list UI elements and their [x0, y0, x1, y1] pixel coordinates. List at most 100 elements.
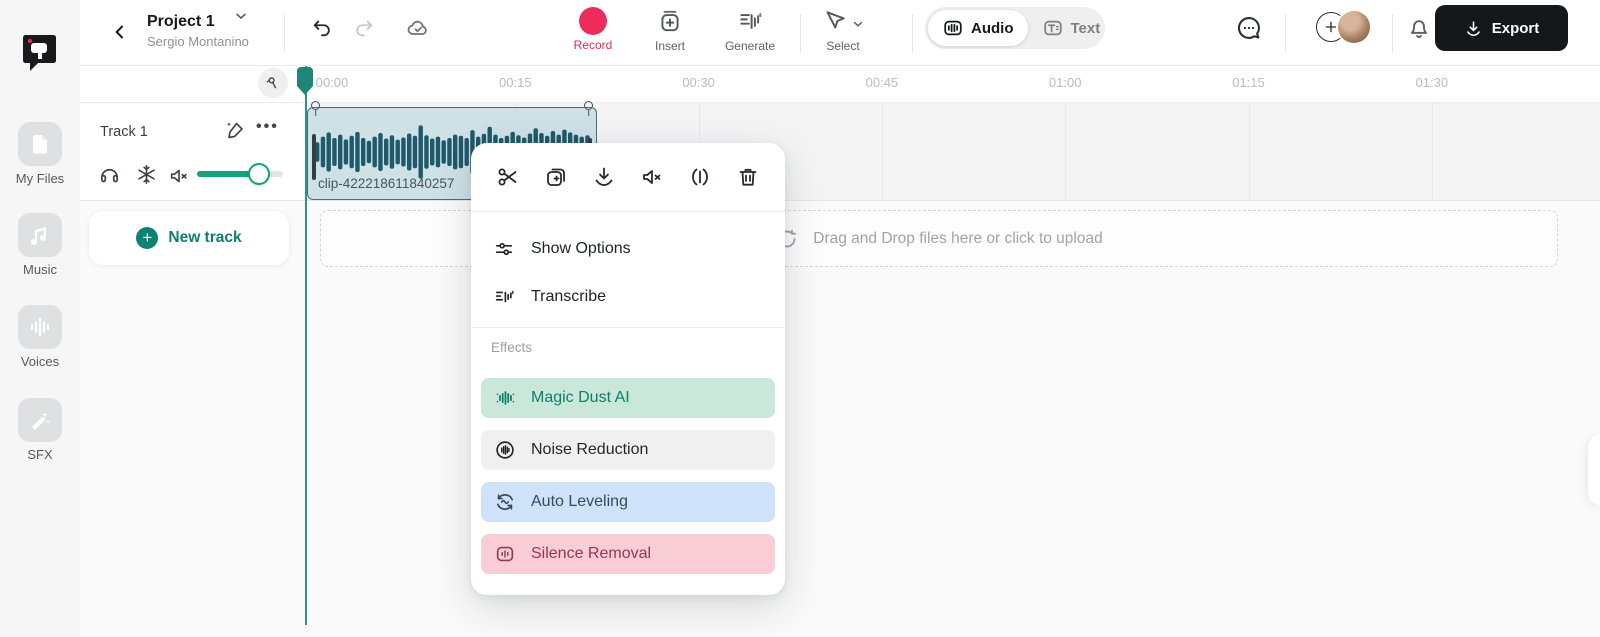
clip-trim-handle-right[interactable] — [584, 101, 593, 110]
podcastle-logo[interactable] — [16, 28, 62, 74]
gridline — [1432, 103, 1433, 200]
clip-trim-handle-left[interactable] — [311, 101, 320, 110]
track-options-button[interactable]: ••• — [256, 118, 279, 136]
ruler-tick: 01:15 — [1232, 75, 1265, 90]
plus-icon: + — [136, 227, 158, 249]
divider — [1285, 14, 1286, 52]
generate-button[interactable]: Generate — [718, 6, 782, 53]
track-row-divider — [80, 200, 1600, 201]
effect-silence-removal[interactable]: Silence Removal — [481, 534, 775, 574]
chevron-left-icon — [110, 22, 130, 42]
copy-button[interactable] — [539, 160, 573, 194]
volume-thumb[interactable] — [248, 163, 270, 185]
snap-toggle-button[interactable] — [258, 68, 288, 98]
generate-icon — [718, 6, 782, 36]
magic-wand-icon — [18, 398, 62, 442]
download-icon — [1464, 19, 1483, 38]
clip-context-menu: Show Options Transcribe Effects Magic Du… — [471, 143, 785, 595]
divider — [912, 14, 913, 52]
chat-button[interactable] — [1232, 11, 1266, 45]
text-icon — [1042, 17, 1064, 39]
sliders-icon — [491, 238, 517, 260]
back-button[interactable] — [104, 16, 136, 48]
download-button[interactable] — [587, 160, 621, 194]
chevron-down-icon — [233, 8, 249, 24]
new-track-button[interactable]: + New track — [89, 211, 289, 265]
bell-icon — [1406, 15, 1432, 41]
ruler-tick: 00:00 — [316, 75, 349, 90]
menu-divider — [471, 327, 785, 328]
undo-button[interactable] — [306, 12, 338, 44]
select-tool-button[interactable]: Select — [811, 6, 875, 53]
clip-gain-handle-left[interactable] — [312, 134, 316, 180]
track-mute-button[interactable] — [168, 165, 190, 187]
ruler-tick: 00:30 — [682, 75, 715, 90]
export-button[interactable]: Export — [1435, 5, 1568, 51]
sidebar-item-my-files[interactable]: My Files — [0, 122, 80, 186]
magic-pen-icon — [223, 118, 247, 142]
track-freeze-button[interactable] — [135, 163, 158, 186]
mute-clip-button[interactable] — [635, 160, 669, 194]
notifications-button[interactable] — [1402, 11, 1436, 45]
track-solo-button[interactable] — [98, 163, 121, 186]
cloud-check-icon — [406, 16, 430, 40]
mode-text-label: Text — [1071, 20, 1101, 37]
show-options-label: Show Options — [531, 240, 631, 258]
effect-label: Auto Leveling — [531, 493, 628, 511]
effect-label: Noise Reduction — [531, 441, 648, 459]
transcribe-icon — [491, 286, 517, 308]
project-title-row[interactable]: Project 1 Sergio Montanino — [147, 8, 249, 49]
effect-auto-leveling[interactable]: Auto Leveling — [481, 482, 775, 522]
ruler-tick: 00:15 — [499, 75, 532, 90]
split-button[interactable] — [683, 160, 717, 194]
collapsed-panel-tab[interactable] — [1588, 435, 1600, 505]
sidebar-item-label: Voices — [0, 354, 80, 369]
record-icon — [579, 7, 607, 35]
chat-bubble-icon — [1235, 14, 1263, 42]
redo-button[interactable] — [348, 12, 380, 44]
sidebar-item-label: My Files — [0, 171, 80, 186]
mode-option-audio[interactable]: Audio — [928, 10, 1028, 46]
insert-button[interactable]: Insert — [638, 6, 702, 53]
ruler-tick: 01:30 — [1416, 75, 1449, 90]
sidebar-item-label: Music — [0, 262, 80, 277]
transcribe-menu-item[interactable]: Transcribe — [471, 273, 785, 321]
show-options-menu-item[interactable]: Show Options — [471, 225, 785, 273]
speaker-mute-icon — [168, 165, 190, 187]
divider — [800, 14, 801, 52]
gridline — [882, 103, 883, 200]
noise-reduction-icon — [493, 439, 517, 461]
avatar[interactable] — [1338, 11, 1370, 43]
cloud-sync-status[interactable] — [402, 12, 434, 44]
effect-noise-reduction[interactable]: Noise Reduction — [481, 430, 775, 470]
transcribe-label: Transcribe — [531, 288, 606, 306]
copy-plus-icon — [544, 165, 568, 189]
logo-icon — [16, 28, 62, 74]
track-magic-pen-button[interactable] — [223, 118, 247, 142]
voice-waveform-icon — [18, 305, 62, 349]
track-volume-slider[interactable] — [197, 171, 283, 177]
gridline — [1249, 103, 1250, 200]
sidebar-item-sfx[interactable]: SFX — [0, 398, 80, 462]
effect-magic-dust-ai[interactable]: Magic Dust AI — [481, 378, 775, 418]
divider — [284, 14, 285, 52]
track-name: Track 1 — [100, 124, 148, 140]
sidebar-item-voices[interactable]: Voices — [0, 305, 80, 369]
plus-icon — [1323, 19, 1339, 35]
select-label: Select — [811, 39, 875, 53]
cut-button[interactable] — [491, 160, 525, 194]
gridline — [1065, 103, 1066, 200]
sidebar-item-music[interactable]: Music — [0, 213, 80, 277]
chevron-down-icon — [851, 17, 865, 31]
delete-button[interactable] — [731, 160, 765, 194]
new-track-label: New track — [168, 229, 241, 247]
music-note-icon — [18, 213, 62, 257]
record-button[interactable]: Record — [561, 6, 625, 52]
header-toolbar: Project 1 Sergio Montanino Record Insert… — [80, 0, 1600, 66]
speaker-mute-icon — [640, 165, 664, 189]
mode-option-text[interactable]: Text — [1028, 10, 1115, 46]
generate-label: Generate — [718, 39, 782, 53]
headphones-icon — [98, 163, 121, 186]
effect-label: Magic Dust AI — [531, 389, 630, 407]
menu-divider — [471, 211, 785, 212]
